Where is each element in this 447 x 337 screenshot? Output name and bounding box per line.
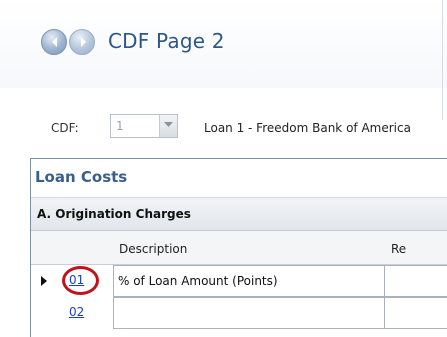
page-header: CDF Page 2 (0, 0, 447, 88)
loan-name: Loan 1 - Freedom Bank of America (204, 121, 411, 135)
section-title-text: Loan Costs (35, 168, 128, 186)
cdf-dropdown-button[interactable] (159, 115, 177, 137)
forward-button[interactable] (69, 29, 95, 55)
cdf-label: CDF: (51, 121, 79, 135)
column-header-label: Re (391, 242, 407, 256)
current-row-indicator (31, 265, 61, 297)
column-header-re[interactable]: Re (385, 231, 447, 265)
column-header-description[interactable]: Description (113, 231, 385, 265)
description-text: % of Loan Amount (Points) (118, 274, 278, 288)
current-row-arrow-icon (41, 276, 47, 286)
highlight-circle (62, 266, 99, 295)
section-title: Loan Costs (31, 159, 447, 197)
re-cell[interactable] (385, 297, 447, 329)
cdf-select[interactable]: 1 (110, 114, 178, 138)
subsection-title: A. Origination Charges (37, 207, 191, 221)
forward-arrow-icon (81, 37, 86, 47)
chevron-down-icon (164, 122, 173, 127)
back-button[interactable] (41, 29, 67, 55)
table-row[interactable]: 02 (31, 297, 447, 329)
row-header-column (31, 231, 113, 265)
subsection-header: A. Origination Charges (31, 197, 447, 231)
description-cell[interactable] (113, 297, 385, 329)
divider (442, 0, 443, 120)
cdf-select-value: 1 (116, 119, 124, 133)
re-cell[interactable] (385, 265, 447, 297)
loan-costs-panel: Loan Costs A. Origination Charges Descri… (30, 158, 447, 337)
column-header-label: Description (119, 242, 188, 256)
description-cell[interactable]: % of Loan Amount (Points) (113, 265, 385, 297)
back-arrow-icon (52, 37, 57, 47)
page-title: CDF Page 2 (108, 29, 225, 53)
row-number-link[interactable]: 02 (69, 305, 84, 319)
table-row[interactable]: 01 % of Loan Amount (Points) (31, 265, 447, 297)
